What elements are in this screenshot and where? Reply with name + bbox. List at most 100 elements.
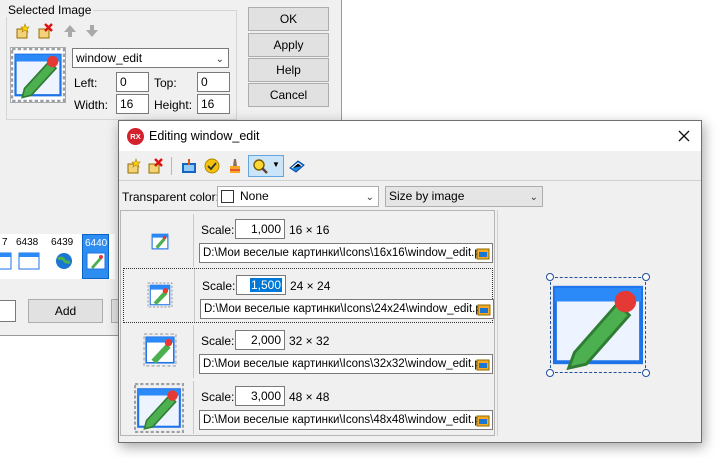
file-path-input[interactable]: D:\Мои веселые картинки\Icons\48x48\wind… bbox=[199, 410, 493, 430]
top-label: Top: bbox=[154, 76, 177, 90]
image-name-select[interactable]: window_edit ⌄ bbox=[72, 48, 229, 68]
size-row[interactable]: Scale: 3,000 48 × 48 D:\Мои веселые карт… bbox=[123, 380, 493, 435]
file-path-value: D:\Мои веселые картинки\Icons\16x16\wind… bbox=[203, 247, 485, 259]
scale-input[interactable]: 3,000 bbox=[235, 386, 285, 406]
scale-label: Scale: bbox=[201, 390, 235, 404]
apply-button[interactable]: Apply bbox=[248, 33, 329, 57]
file-path-input[interactable]: D:\Мои веселые картинки\Icons\32x32\wind… bbox=[199, 354, 493, 374]
size-row-selected[interactable]: Scale: 1,500 24 × 24 D:\Мои веселые карт… bbox=[123, 268, 494, 323]
chevron-down-icon: ⌄ bbox=[365, 192, 374, 203]
browse-icon[interactable] bbox=[476, 357, 490, 371]
zoom-icon bbox=[253, 159, 268, 174]
left-input[interactable]: 0 bbox=[116, 72, 149, 92]
new-icon[interactable] bbox=[126, 158, 142, 174]
add-input[interactable] bbox=[0, 300, 16, 322]
browse-icon[interactable] bbox=[476, 413, 490, 427]
scale-label: Scale: bbox=[201, 223, 235, 237]
list-item[interactable]: 6438 bbox=[14, 234, 46, 279]
file-path-value: D:\Мои веселые картинки\Icons\32x32\wind… bbox=[203, 358, 485, 370]
icon-cell bbox=[125, 381, 194, 434]
top-input[interactable]: 0 bbox=[197, 72, 230, 92]
resize-handle[interactable] bbox=[642, 369, 650, 377]
dimensions-label: 16 × 16 bbox=[289, 223, 330, 237]
size-mode-select[interactable]: Size by image ⌄ bbox=[385, 186, 543, 207]
file-path-value: D:\Мои веселые картинки\Icons\24x24\wind… bbox=[204, 303, 486, 315]
icon-cell bbox=[125, 325, 194, 378]
browse-icon[interactable] bbox=[476, 246, 490, 260]
image-list: 7 6438 6439 6440 bbox=[0, 234, 115, 279]
cancel-button[interactable]: Cancel bbox=[248, 83, 329, 107]
scale-input-active[interactable]: 1,500 bbox=[236, 275, 286, 295]
icon-cell bbox=[125, 214, 194, 267]
window-edit-icon bbox=[134, 383, 184, 433]
width-input[interactable]: 16 bbox=[116, 94, 149, 114]
preview-selection[interactable] bbox=[550, 277, 646, 373]
resize-handle[interactable] bbox=[642, 273, 650, 281]
scale-label: Scale: bbox=[201, 334, 235, 348]
thumbnail-label: 6440 bbox=[85, 238, 108, 249]
import-icon[interactable] bbox=[181, 158, 197, 174]
move-down-icon[interactable] bbox=[84, 23, 100, 39]
height-input[interactable]: 16 bbox=[197, 94, 230, 114]
book-icon[interactable] bbox=[289, 158, 305, 174]
sizes-list: Scale: 1,000 16 × 16 D:\Мои веселые карт… bbox=[120, 210, 495, 436]
left-label: Left: bbox=[74, 76, 98, 90]
height-label: Height: bbox=[154, 98, 193, 112]
size-row[interactable]: Scale: 1,000 16 × 16 D:\Мои веселые карт… bbox=[123, 213, 493, 268]
dimensions-label: 24 × 24 bbox=[290, 279, 331, 293]
editing-dialog: RX Editing window_edit ▼ Transparent col… bbox=[118, 120, 702, 443]
dimensions-label: 32 × 32 bbox=[289, 334, 330, 348]
file-path-input[interactable]: D:\Мои веселые картинки\Icons\24x24\wind… bbox=[200, 299, 494, 319]
add-button[interactable]: Add bbox=[28, 299, 103, 323]
icon-cell bbox=[126, 269, 195, 322]
move-up-icon[interactable] bbox=[62, 23, 78, 39]
list-item[interactable]: 6439 bbox=[49, 234, 81, 279]
file-path-value: D:\Мои веселые картинки\Icons\48x48\wind… bbox=[203, 414, 485, 426]
transparent-color-value: None bbox=[240, 189, 269, 203]
size-row[interactable]: Scale: 2,000 32 × 32 D:\Мои веселые карт… bbox=[123, 324, 493, 379]
browse-icon[interactable] bbox=[477, 302, 491, 316]
transparent-color-label: Transparent color: bbox=[122, 190, 219, 204]
chevron-down-icon: ⌄ bbox=[215, 54, 224, 65]
list-item-selected[interactable]: 6440 bbox=[82, 234, 109, 279]
globe-icon bbox=[56, 253, 72, 269]
size-mode-value: Size by image bbox=[389, 189, 465, 203]
chevron-down-icon: ▼ bbox=[272, 160, 280, 169]
clear-icon[interactable] bbox=[227, 158, 243, 174]
dialog-title: Editing window_edit bbox=[149, 129, 260, 143]
image-name-value: window_edit bbox=[76, 51, 143, 65]
selected-image-legend: Selected Image bbox=[6, 3, 94, 17]
scale-input[interactable]: 1,000 bbox=[235, 219, 285, 239]
chevron-down-icon: ⌄ bbox=[529, 192, 538, 203]
delete-icon[interactable] bbox=[147, 158, 163, 174]
dimensions-label: 48 × 48 bbox=[289, 390, 330, 404]
new-icon[interactable] bbox=[15, 23, 31, 39]
preview-panel bbox=[497, 210, 700, 436]
window-edit-icon bbox=[147, 282, 173, 308]
thumbnail-label: 6438 bbox=[16, 237, 39, 248]
file-path-input[interactable]: D:\Мои веселые картинки\Icons\16x16\wind… bbox=[199, 243, 493, 263]
window-icon bbox=[0, 252, 12, 270]
toolbar-separator bbox=[171, 157, 172, 175]
window-edit-icon bbox=[11, 48, 65, 102]
window-edit-icon bbox=[151, 233, 169, 250]
ok-button[interactable]: OK bbox=[248, 7, 329, 31]
scale-input[interactable]: 2,000 bbox=[235, 330, 285, 350]
thumbnail-label: 6439 bbox=[51, 237, 74, 248]
delete-icon[interactable] bbox=[37, 23, 53, 39]
title-bar: RX Editing window_edit bbox=[119, 121, 701, 151]
resize-handle[interactable] bbox=[546, 273, 554, 281]
thumbnail-label: 7 bbox=[2, 237, 8, 248]
toolbar-divider bbox=[119, 180, 701, 181]
color-swatch bbox=[221, 190, 234, 203]
window-icon bbox=[18, 252, 40, 270]
resize-handle[interactable] bbox=[546, 369, 554, 377]
help-button[interactable]: Help bbox=[248, 58, 329, 82]
image-preview bbox=[10, 47, 66, 103]
zoom-dropdown-button[interactable]: ▼ bbox=[248, 155, 284, 177]
app-logo: RX bbox=[127, 128, 144, 145]
check-icon[interactable] bbox=[204, 158, 220, 174]
transparent-color-select[interactable]: None ⌄ bbox=[217, 186, 379, 207]
close-icon[interactable] bbox=[677, 129, 691, 143]
window-edit-icon bbox=[86, 252, 106, 270]
